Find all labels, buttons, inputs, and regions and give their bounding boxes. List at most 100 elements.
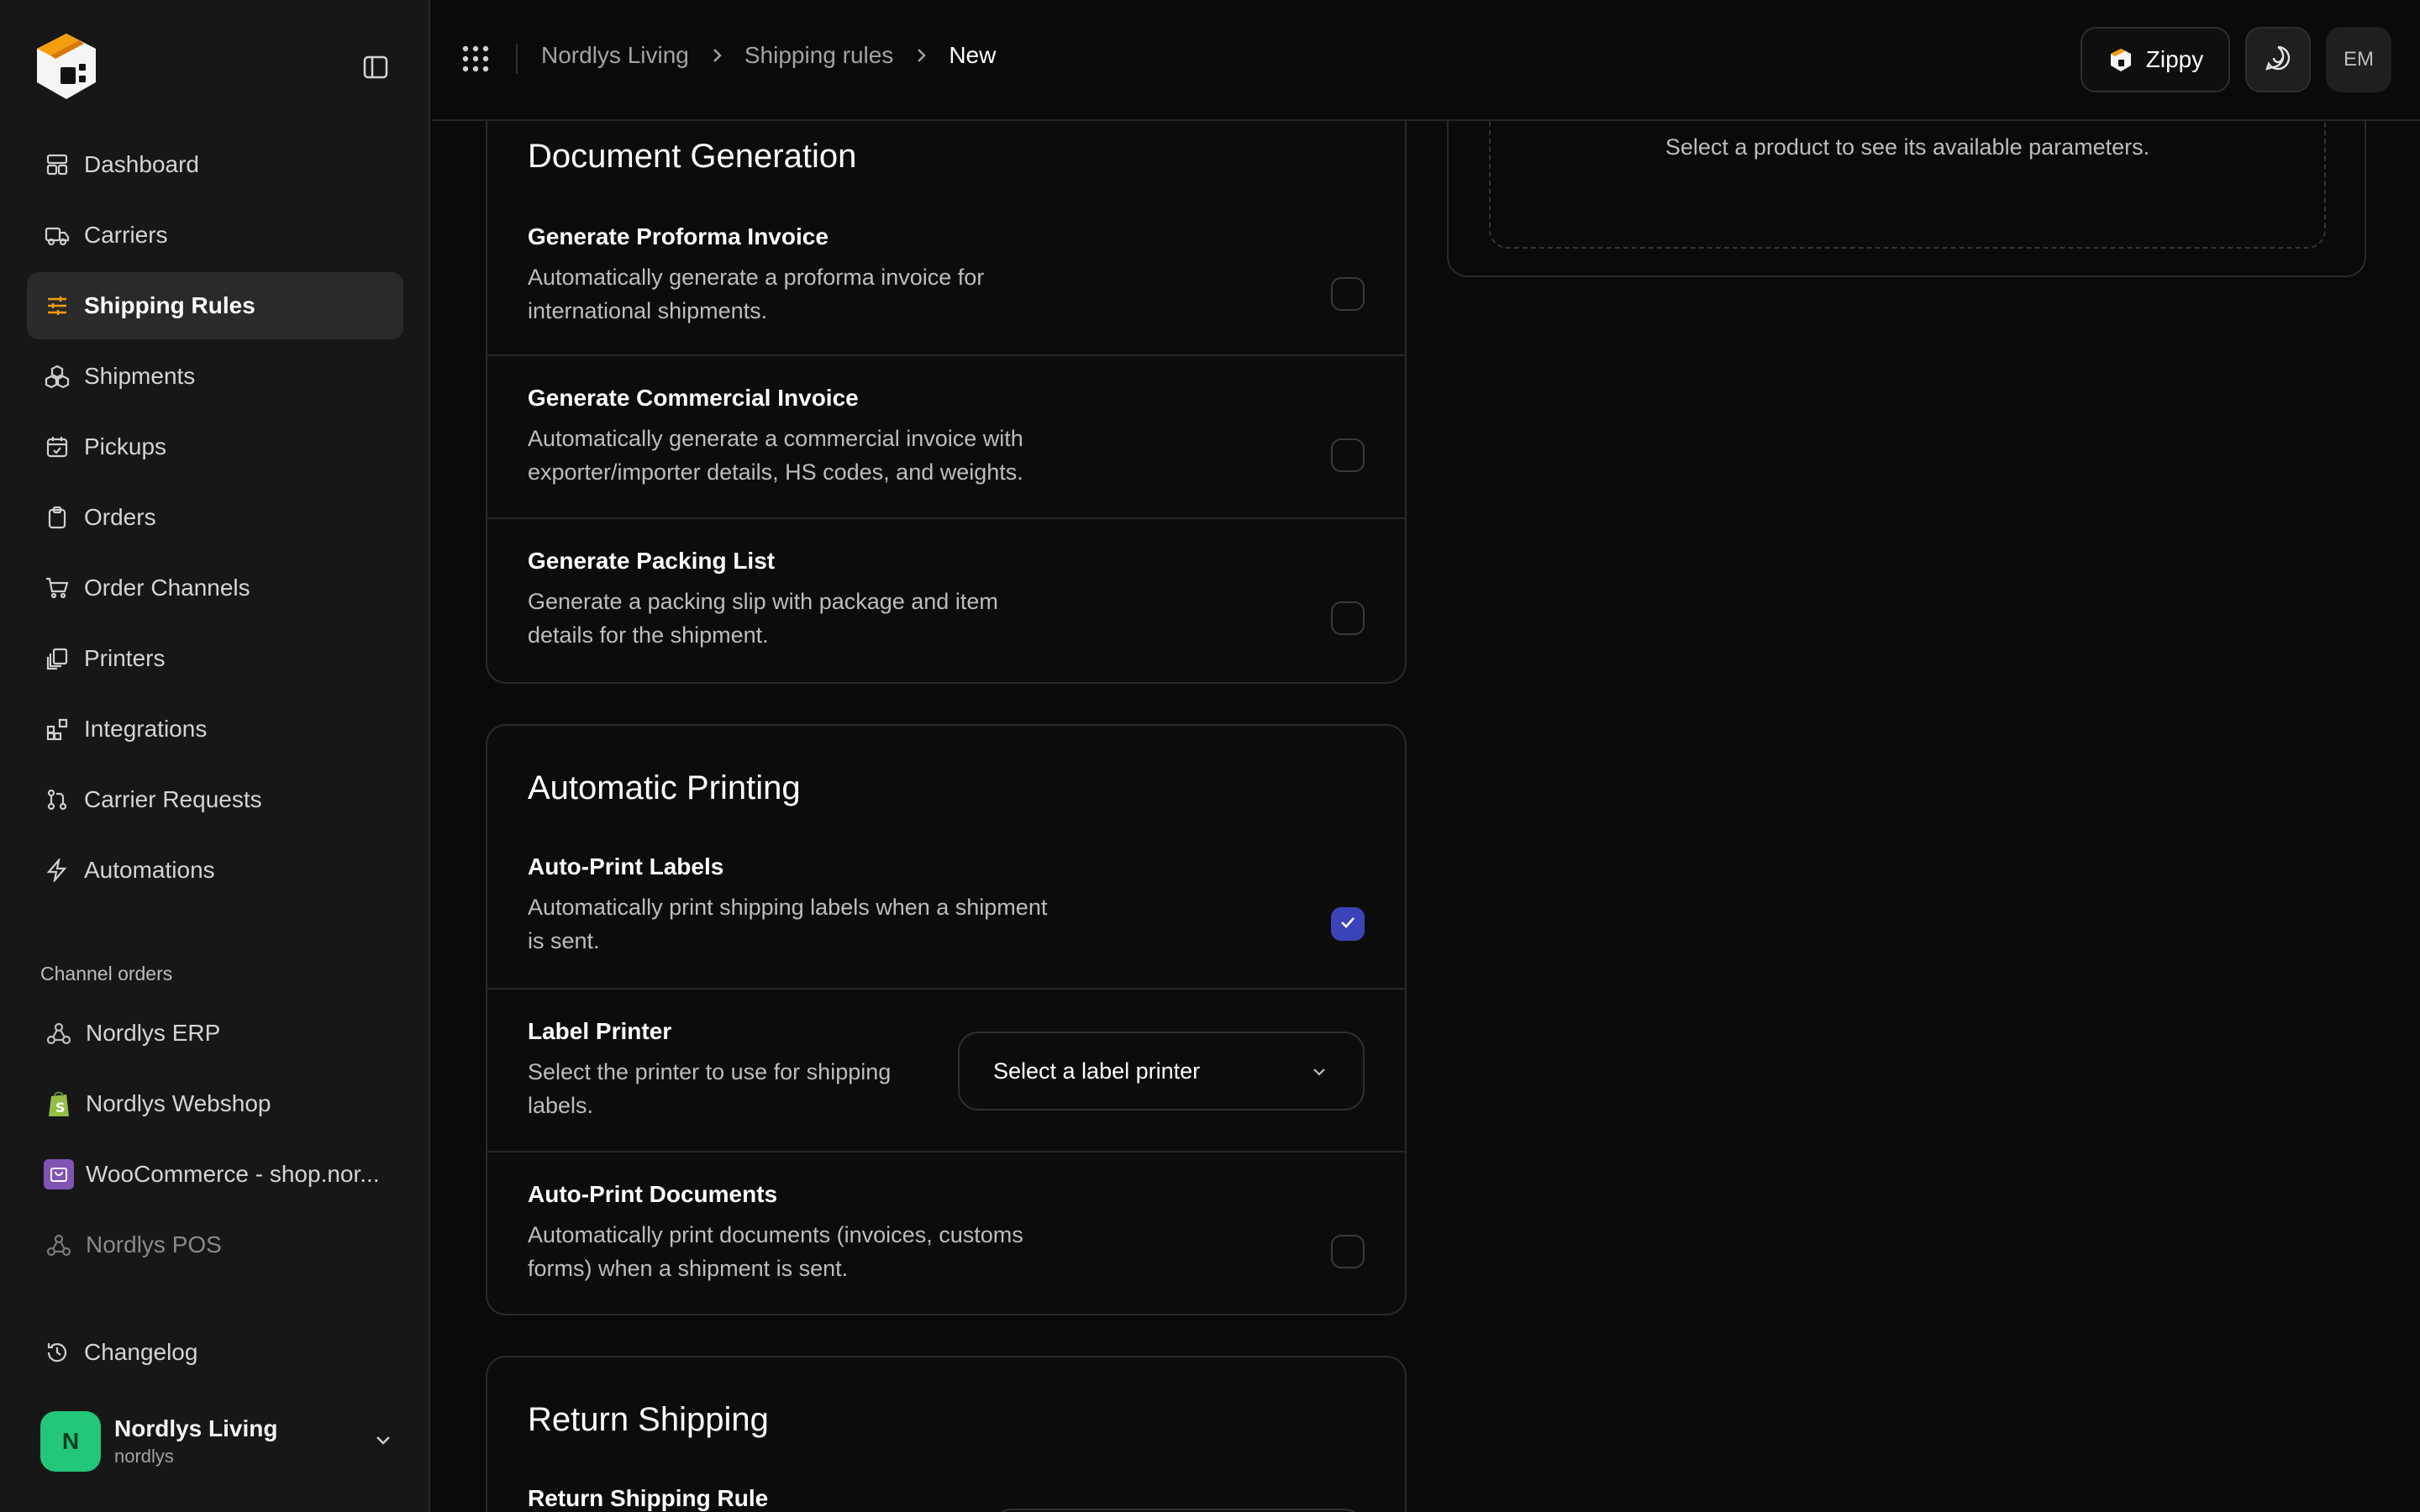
row-title: Auto-Print Labels <box>528 853 724 879</box>
row-title: Generate Packing List <box>528 548 776 574</box>
row-proforma-invoice: Generate Proforma Invoice Automatically … <box>487 205 1405 370</box>
user-menu-button[interactable]: EM <box>2326 27 2391 92</box>
channel-list: Nordlys ERP S Nordlys Webshop WooCommerc… <box>27 1000 403 1282</box>
sidebar-item-orders[interactable]: Orders <box>27 484 403 551</box>
sidebar-item-automations[interactable]: Automations <box>27 837 403 904</box>
label-printer-select[interactable]: Select a label printer <box>958 1032 1365 1110</box>
sidebar-item-shipping-rules[interactable]: Shipping Rules <box>27 272 403 339</box>
channel-orders-heading: Channel orders <box>40 963 173 984</box>
chat-bubble-icon <box>2264 44 2292 76</box>
proforma-invoice-checkbox[interactable] <box>1331 277 1365 311</box>
account-handle: nordlys <box>114 1446 174 1467</box>
sidebar-item-label: Changelog <box>84 1339 198 1365</box>
zippy-button[interactable]: Zippy <box>2081 27 2230 92</box>
chevron-down-icon <box>373 1430 393 1454</box>
account-name: Nordlys Living <box>114 1415 278 1441</box>
channel-label: Nordlys POS <box>86 1231 222 1257</box>
row-commercial-invoice: Generate Commercial Invoice Automaticall… <box>487 354 1405 519</box>
sidebar-item-dashboard[interactable]: Dashboard <box>27 131 403 198</box>
sidebar-item-label: Shipments <box>84 363 196 389</box>
sidebar-item-label: Carrier Requests <box>84 786 262 812</box>
header-divider <box>516 44 518 74</box>
sidebar-item-label: Automations <box>84 857 215 883</box>
channel-item-woocommerce[interactable]: WooCommerce - shop.nor... <box>27 1141 403 1208</box>
row-description: Generate a packing slip with package and… <box>528 589 998 648</box>
sidebar-item-integrations[interactable]: Integrations <box>27 696 403 763</box>
chevron-right-icon <box>913 46 929 65</box>
document-generation-title: Document Generation <box>528 138 857 175</box>
svg-text:S: S <box>55 1100 66 1116</box>
row-auto-print-documents: Auto-Print Documents Automatically print… <box>487 1151 1405 1314</box>
sidebar-item-printers[interactable]: Printers <box>27 625 403 692</box>
row-description: Automatically print documents (invoices,… <box>528 1222 1023 1281</box>
sidebar-item-label: Printers <box>84 645 166 671</box>
channel-item-nordlys-webshop[interactable]: S Nordlys Webshop <box>27 1070 403 1137</box>
row-title: Generate Proforma Invoice <box>528 223 829 249</box>
return-shipping-rule-select[interactable] <box>992 1509 1365 1512</box>
sidebar-item-label: Order Channels <box>84 575 250 601</box>
chevron-right-icon <box>709 46 724 65</box>
history-icon <box>44 1339 71 1366</box>
label-printer-placeholder: Select a label printer <box>993 1058 1201 1084</box>
auto-print-labels-checkbox[interactable] <box>1331 907 1365 941</box>
copies-icon <box>44 645 71 672</box>
breadcrumb-item-current: New <box>949 42 997 68</box>
sidebar-item-changelog[interactable]: Changelog <box>27 1319 403 1386</box>
support-chat-button[interactable] <box>2245 27 2311 92</box>
top-header: Nordlys Living Shipping rules New Zippy … <box>432 0 2420 121</box>
channel-item-nordlys-pos[interactable]: Nordlys POS <box>27 1211 403 1278</box>
truck-icon <box>44 222 71 249</box>
app-logo-icon[interactable] <box>29 29 104 104</box>
sidebar-item-pickups[interactable]: Pickups <box>27 413 403 480</box>
calendar-check-icon <box>44 433 71 460</box>
sidebar-item-carrier-requests[interactable]: Carrier Requests <box>27 766 403 833</box>
row-label-printer: Label Printer Select the printer to use … <box>487 988 1405 1152</box>
packing-list-checkbox[interactable] <box>1331 601 1365 635</box>
account-switcher[interactable]: N Nordlys Living nordlys <box>40 1408 393 1475</box>
clipboard-icon <box>44 504 71 531</box>
shopify-icon: S <box>44 1089 74 1119</box>
channel-item-nordlys-erp[interactable]: Nordlys ERP <box>27 1000 403 1067</box>
automatic-printing-title: Automatic Printing <box>528 769 801 806</box>
sidebar-item-label: Shipping Rules <box>84 292 255 318</box>
auto-print-documents-checkbox[interactable] <box>1331 1235 1365 1268</box>
sidebar: Dashboard Carriers Shipping Rules Shipme… <box>0 0 430 1512</box>
return-shipping-title: Return Shipping <box>528 1401 769 1438</box>
row-title: Return Shipping Rule <box>528 1485 769 1511</box>
row-title: Generate Commercial Invoice <box>528 385 859 411</box>
row-description: Automatically print shipping labels when… <box>528 895 1048 953</box>
channel-label: WooCommerce - shop.nor... <box>86 1161 380 1187</box>
row-description: Select the printer to use for shipping l… <box>528 1059 892 1118</box>
webhook-icon <box>44 1018 74 1048</box>
sidebar-toggle-icon[interactable] <box>358 52 393 82</box>
document-generation-card: Document Generation Generate Proforma In… <box>486 101 1407 684</box>
checkmark-icon <box>1339 913 1357 936</box>
row-description: Automatically generate a commercial invo… <box>528 426 1023 485</box>
apps-grid-icon[interactable] <box>460 44 491 74</box>
sliders-icon <box>44 292 71 319</box>
channel-label: Nordlys ERP <box>86 1020 221 1046</box>
zippy-logo-icon <box>2107 46 2134 73</box>
breadcrumb-item-org[interactable]: Nordlys Living <box>541 42 689 69</box>
sidebar-item-label: Orders <box>84 504 156 530</box>
avatar: N <box>40 1411 101 1472</box>
row-packing-list: Generate Packing List Generate a packing… <box>487 517 1405 682</box>
layout-dashboard-icon <box>44 151 71 178</box>
sidebar-item-label: Integrations <box>84 716 208 742</box>
sidebar-item-shipments[interactable]: Shipments <box>27 343 403 410</box>
breadcrumb-item-shipping-rules[interactable]: Shipping rules <box>744 42 893 69</box>
row-description: Automatically generate a proforma invoic… <box>528 265 985 323</box>
zippy-label: Zippy <box>2145 46 2204 72</box>
sidebar-item-order-channels[interactable]: Order Channels <box>27 554 403 622</box>
row-title: Auto-Print Documents <box>528 1181 778 1207</box>
commercial-invoice-checkbox[interactable] <box>1331 438 1365 472</box>
account-text: Nordlys Living nordlys <box>114 1415 373 1467</box>
sidebar-item-label: Pickups <box>84 433 167 459</box>
chevron-down-icon <box>1309 1062 1329 1088</box>
webhook-icon <box>44 1230 74 1260</box>
blocks-icon <box>44 716 71 743</box>
row-auto-print-labels: Auto-Print Labels Automatically print sh… <box>487 837 1405 1000</box>
parameters-empty-text: Select a product to see its available pa… <box>1665 134 2150 160</box>
woocommerce-icon <box>44 1159 74 1189</box>
sidebar-item-carriers[interactable]: Carriers <box>27 202 403 269</box>
